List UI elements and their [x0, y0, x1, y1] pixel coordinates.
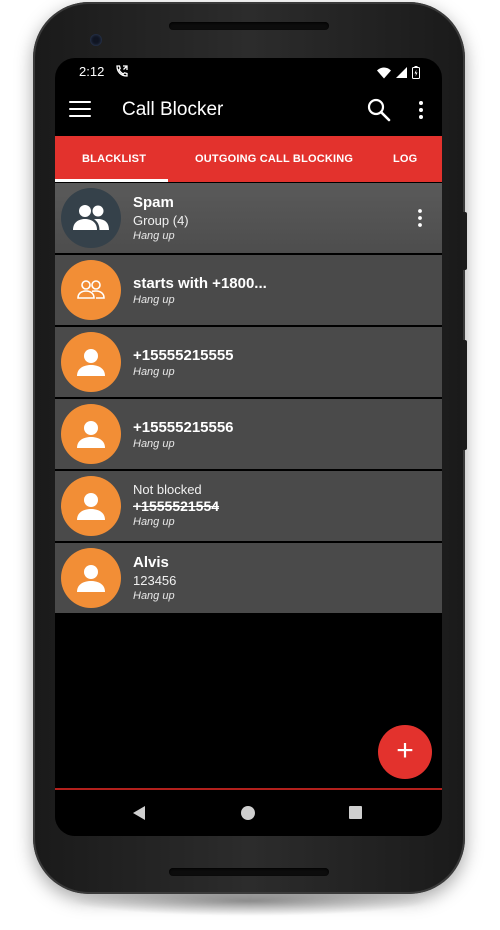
- item-action: Hang up: [133, 294, 175, 306]
- status-bar: 2:12: [55, 58, 442, 86]
- volume-button: [462, 212, 467, 270]
- list-item[interactable]: starts with +1800... Hang up: [55, 255, 442, 325]
- list-item[interactable]: Spam Group (4) Hang up: [55, 183, 442, 253]
- list-item[interactable]: +15555215555 Hang up: [55, 327, 442, 397]
- system-icons: [377, 66, 420, 82]
- item-action: Hang up: [133, 230, 175, 242]
- item-title: +1555521554: [133, 498, 220, 514]
- add-button[interactable]: +: [378, 725, 432, 779]
- front-camera: [90, 34, 102, 46]
- selected-tab-indicator: [55, 179, 168, 182]
- menu-icon[interactable]: [69, 98, 91, 120]
- item-title: Alvis: [133, 554, 169, 571]
- item-status: Not blocked: [133, 482, 202, 497]
- item-subtitle: 123456: [133, 573, 177, 588]
- tab-blacklist[interactable]: BLACKLIST: [82, 136, 146, 182]
- person-icon: [61, 404, 121, 464]
- navigation-bar: [55, 790, 442, 836]
- item-title: +15555215555: [133, 347, 234, 364]
- item-title: Spam: [133, 194, 174, 211]
- item-title: +15555215556: [133, 419, 234, 436]
- app-title: Call Blocker: [122, 99, 224, 120]
- tab-log[interactable]: LOG: [393, 136, 417, 182]
- item-more-icon[interactable]: [412, 208, 428, 228]
- list-item[interactable]: Not blocked +1555521554 Hang up: [55, 471, 442, 541]
- back-icon[interactable]: [131, 805, 147, 821]
- person-icon: [61, 332, 121, 392]
- item-action: Hang up: [133, 590, 175, 602]
- item-title: starts with +1800...: [133, 275, 267, 292]
- signal-icon: [396, 66, 407, 82]
- person-icon: [61, 476, 121, 536]
- app-bar: Call Blocker: [55, 86, 442, 136]
- recents-icon[interactable]: [349, 806, 362, 819]
- screen: 2:12 Call Blocker BLACKLIST OUTGOING CAL…: [55, 58, 442, 836]
- bottom-speaker: [169, 868, 329, 876]
- call-forward-icon: [115, 64, 129, 81]
- item-action: Hang up: [133, 438, 175, 450]
- list-item[interactable]: Alvis 123456 Hang up: [55, 543, 442, 613]
- item-subtitle: Group (4): [133, 213, 189, 228]
- earpiece-speaker: [169, 22, 329, 30]
- list-item[interactable]: +15555215556 Hang up: [55, 399, 442, 469]
- search-icon[interactable]: [366, 97, 392, 123]
- power-button: [462, 340, 467, 450]
- tab-outgoing-call-blocking[interactable]: OUTGOING CALL BLOCKING: [195, 136, 353, 182]
- more-vert-icon[interactable]: [411, 99, 431, 121]
- person-icon: [61, 548, 121, 608]
- group-outline-icon: [61, 260, 121, 320]
- battery-icon: [412, 66, 420, 82]
- item-action: Hang up: [133, 366, 175, 378]
- wifi-icon: [377, 67, 391, 82]
- item-action: Hang up: [133, 516, 175, 528]
- status-time: 2:12: [79, 64, 105, 79]
- group-icon: [61, 188, 121, 248]
- tab-bar: BLACKLIST OUTGOING CALL BLOCKING LOG: [55, 136, 442, 182]
- home-icon[interactable]: [241, 806, 255, 820]
